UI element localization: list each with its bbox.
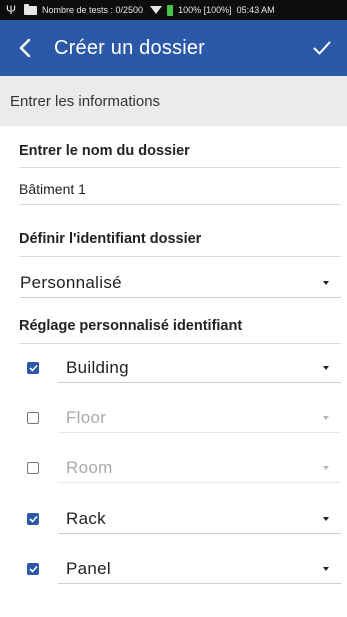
confirm-button[interactable]: [297, 20, 347, 76]
dropdown-arrow-icon: [323, 365, 329, 370]
custom-identifier-label: Réglage personnalisé identifiant: [19, 318, 243, 334]
dropdown-room[interactable]: Room: [58, 453, 341, 483]
check-icon: [28, 364, 38, 372]
dropdown-arrow-icon: [323, 566, 329, 571]
wifi-icon: [150, 6, 163, 14]
folder-name-input[interactable]: Bâtiment 1: [19, 181, 86, 197]
checkbox-room[interactable]: [27, 462, 39, 474]
app-bar: Créer un dossier: [0, 20, 347, 76]
tests-count: Nombre de tests : 0/2500: [42, 5, 144, 15]
checkbox-floor[interactable]: [27, 412, 39, 424]
battery-level: 100% [100%]: [178, 5, 232, 15]
identifier-selected: Personnalisé: [20, 272, 122, 292]
checkbox-rack[interactable]: [27, 513, 39, 525]
divider: [19, 167, 341, 168]
dropdown-panel[interactable]: Panel: [58, 554, 341, 584]
identifier-dropdown[interactable]: Personnalisé: [20, 268, 341, 298]
status-bar: Ψ Nombre de tests : 0/2500 100% [100%] 0…: [0, 0, 347, 20]
battery-icon: [167, 4, 174, 16]
checkbox-panel[interactable]: [27, 563, 39, 575]
usb-icon: Ψ: [6, 3, 17, 17]
check-icon: [313, 41, 331, 55]
dropdown-building[interactable]: Building: [58, 353, 341, 383]
dropdown-building-value: Building: [66, 357, 129, 377]
check-icon: [28, 515, 38, 523]
dropdown-arrow-icon: [323, 415, 329, 420]
dropdown-panel-value: Panel: [66, 558, 111, 578]
divider: [19, 343, 341, 344]
clock: 05:43 AM: [236, 5, 275, 15]
dropdown-room-value: Room: [66, 457, 113, 477]
dropdown-rack-value: Rack: [66, 508, 106, 528]
chevron-left-icon: [19, 39, 31, 57]
identifier-label: Définir l'identifiant dossier: [19, 231, 202, 247]
folder-name-label: Entrer le nom du dossier: [19, 143, 190, 159]
check-icon: [28, 565, 38, 573]
dropdown-floor-value: Floor: [66, 407, 107, 427]
divider: [19, 204, 341, 205]
dropdown-arrow-icon: [323, 280, 329, 285]
section-header: Entrer les informations: [0, 76, 347, 126]
dropdown-rack[interactable]: Rack: [58, 504, 341, 534]
divider: [19, 256, 341, 257]
dropdown-arrow-icon: [323, 465, 329, 470]
back-button[interactable]: [0, 20, 50, 76]
checkbox-building[interactable]: [27, 362, 39, 374]
dropdown-arrow-icon: [323, 516, 329, 521]
page-title: Créer un dossier: [54, 36, 206, 59]
dropdown-floor[interactable]: Floor: [58, 403, 341, 433]
folder-icon: [24, 3, 37, 15]
